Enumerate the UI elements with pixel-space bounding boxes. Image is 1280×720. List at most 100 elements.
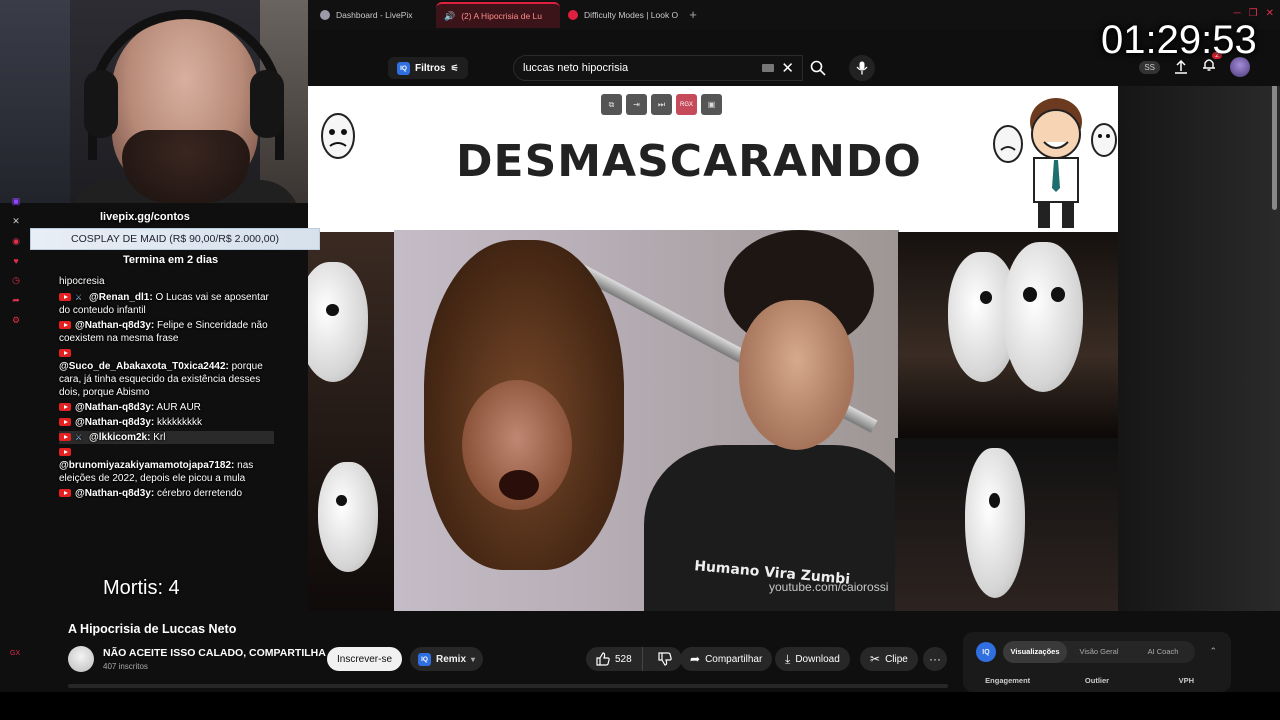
goal-deadline: Termina em 2 dias — [123, 254, 219, 266]
video-watermark: youtube.com/caiorossi — [769, 580, 889, 594]
youtube-icon — [59, 403, 71, 412]
search-input[interactable]: luccas neto hipocrisia ✕ — [513, 55, 803, 81]
chat-username[interactable]: @lkkicom2k: — [89, 432, 150, 443]
dislike-button[interactable] — [648, 647, 682, 671]
tab-livepix-dashboard[interactable]: Dashboard - LivePix — [312, 2, 436, 28]
popout-icon[interactable]: ⧉ — [601, 94, 622, 115]
search-button[interactable] — [803, 55, 833, 81]
col-vph: VPH — [1178, 676, 1195, 685]
youtube-icon — [59, 349, 71, 358]
remix-button[interactable]: IQ Remix ▾ — [410, 647, 484, 671]
share-label: Compartilhar — [705, 653, 763, 665]
voice-search-button[interactable] — [849, 55, 875, 81]
channel-avatar[interactable] — [68, 646, 94, 672]
tab-difficulty-modes[interactable]: Difficulty Modes | Look O — [560, 2, 684, 28]
video-title-banner: ⧉ ⇥ ⏭ RGX ▣ DESMASCARANDO — [308, 86, 1118, 232]
download-label: Download — [795, 653, 840, 665]
keyboard-icon[interactable] — [762, 64, 774, 72]
chat-message: ⚔ @lkkicom2k: Krl — [59, 431, 274, 444]
subscribe-button[interactable]: Inscrever-se — [327, 647, 403, 671]
like-button[interactable]: 528 — [586, 647, 643, 671]
filters-label: Filtros — [415, 62, 446, 74]
mask-image-left — [308, 232, 394, 611]
donation-goal-bar: COSPLAY DE MAID (R$ 90,00/R$ 2.000,00) — [30, 228, 320, 250]
download-icon: ⤓ — [785, 651, 791, 666]
page-background-right — [1118, 86, 1280, 611]
col-outlier: Outlier — [1084, 676, 1110, 685]
chat-username[interactable]: @Renan_dl1: — [89, 292, 153, 303]
filters-button[interactable]: IQ Filtros ⚟ — [388, 57, 468, 79]
chat-username[interactable]: @Nathan-q8d3y: — [75, 402, 154, 413]
side-gx-label[interactable]: GX — [10, 650, 20, 657]
new-tab-button[interactable]: + — [684, 6, 702, 24]
more-actions-button[interactable]: ··· — [923, 647, 947, 671]
clear-search-icon[interactable]: ✕ — [781, 59, 794, 77]
tab-label: Dashboard - LivePix — [336, 10, 413, 20]
chat-username[interactable]: @Nathan-q8d3y: — [75, 417, 154, 428]
like-dislike-group: 528 — [586, 647, 682, 671]
death-counter: Mortis: 4 — [103, 577, 180, 599]
cam-background-left — [0, 0, 70, 203]
chat-text: Krl — [153, 432, 166, 443]
mask-cartoon-left — [321, 113, 355, 159]
close-icon[interactable]: ✕ — [1266, 8, 1274, 19]
clip-button[interactable]: ✂ Clipe — [860, 647, 918, 671]
video-overlay-controls: ⧉ ⇥ ⏭ RGX ▣ — [601, 94, 722, 115]
speaker-icon: 🔊 — [444, 10, 456, 21]
chat-text: AUR AUR — [156, 402, 201, 413]
tab-ai-coach[interactable]: AI Coach — [1131, 641, 1195, 663]
chevron-down-icon: ▾ — [471, 654, 476, 664]
video-overlay-title: DESMASCARANDO — [456, 136, 922, 187]
headset-earcup-right — [250, 70, 284, 138]
open-mouth — [499, 470, 539, 500]
remix-label: Remix — [436, 653, 467, 665]
iq-tabs: Visualizações Visão Geral AI Coach — [1003, 641, 1195, 663]
rgx-button[interactable]: RGX — [676, 94, 697, 115]
chat-feed: hipocresia ⚔ @Renan_dl1: O Lucas vai se a… — [59, 275, 274, 502]
chat-username[interactable]: @Nathan-q8d3y: — [75, 488, 154, 499]
clip-label: Clipe — [885, 653, 908, 665]
chat-message: ⚔ @Renan_dl1: O Lucas vai se aposentar do… — [59, 291, 274, 317]
download-button[interactable]: ⤓ Download — [775, 647, 850, 671]
skip-icon[interactable]: ⏭ — [651, 94, 672, 115]
share-button[interactable]: ➦ Compartilhar — [680, 647, 773, 671]
tab-youtube-video[interactable]: 🔊 (2) A Hipocrisia de Lu — [436, 2, 560, 28]
description-box-edge[interactable] — [68, 684, 948, 688]
col-engagement: Engagement — [985, 676, 1031, 685]
channel-name[interactable]: NÃO ACEITE ISSO CALADO, COMPARTILHA — [103, 647, 326, 659]
tab-label: (2) A Hipocrisia de Lu — [461, 11, 543, 21]
chat-message: @Nathan-q8d3y: kkkkkkkkk — [59, 416, 274, 429]
tab-label: Difficulty Modes | Look O — [584, 10, 679, 20]
sliders-icon: ⚟ — [450, 62, 459, 73]
chat-username[interactable]: @Nathan-q8d3y: — [75, 320, 154, 331]
chat-text: cérebro derretendo — [157, 488, 243, 499]
search-value: luccas neto hipocrisia — [523, 62, 629, 74]
chat-message: @Nathan-q8d3y: Felipe e Sinceridade não … — [59, 319, 274, 345]
livepix-favicon-icon — [320, 10, 330, 20]
scissors-icon: ✂ — [870, 652, 881, 666]
chat-username[interactable]: @brunomiyazakiyamamotojapa7182: — [59, 460, 234, 471]
like-count: 528 — [615, 653, 632, 665]
stream-timer: 01:29:53 — [1101, 18, 1257, 62]
youtube-icon — [59, 321, 71, 330]
chat-text: kkkkkkkkk — [157, 417, 202, 428]
miniplayer-icon[interactable]: ▣ — [701, 94, 722, 115]
chat-message: @Nathan-q8d3y: AUR AUR — [59, 401, 274, 414]
iq-analytics-panel: IQ Visualizações Visão Geral AI Coach ⌃ … — [963, 632, 1231, 692]
youtube-icon — [59, 448, 71, 457]
chat-topic: hipocresia — [59, 276, 105, 287]
exit-icon[interactable]: ⇥ — [626, 94, 647, 115]
chat-username[interactable]: @Suco_de_Abakaxota_T0xica2442: — [59, 361, 229, 372]
chevron-up-icon[interactable]: ⌃ — [1209, 646, 1217, 657]
thumbs-down-icon — [658, 652, 672, 666]
man-face — [739, 300, 854, 450]
subscriber-count: 407 inscritos — [103, 662, 148, 671]
webcam-feed — [0, 0, 308, 203]
video-player[interactable]: ⧉ ⇥ ⏭ RGX ▣ DESMASCARANDO Humano Vira Zu… — [308, 86, 1118, 611]
iq-icon: IQ — [418, 652, 431, 666]
tab-visao-geral[interactable]: Visão Geral — [1067, 641, 1131, 663]
mask-image-right-top — [898, 232, 1118, 438]
screen: ⧉ ⇥ ⏭ RGX ▣ DESMASCARANDO Humano Vira Zu… — [0, 0, 1280, 720]
tab-visualizacoes[interactable]: Visualizações — [1003, 641, 1067, 663]
chat-message: @Suco_de_Abakaxota_T0xica2442: porque ca… — [59, 347, 274, 399]
